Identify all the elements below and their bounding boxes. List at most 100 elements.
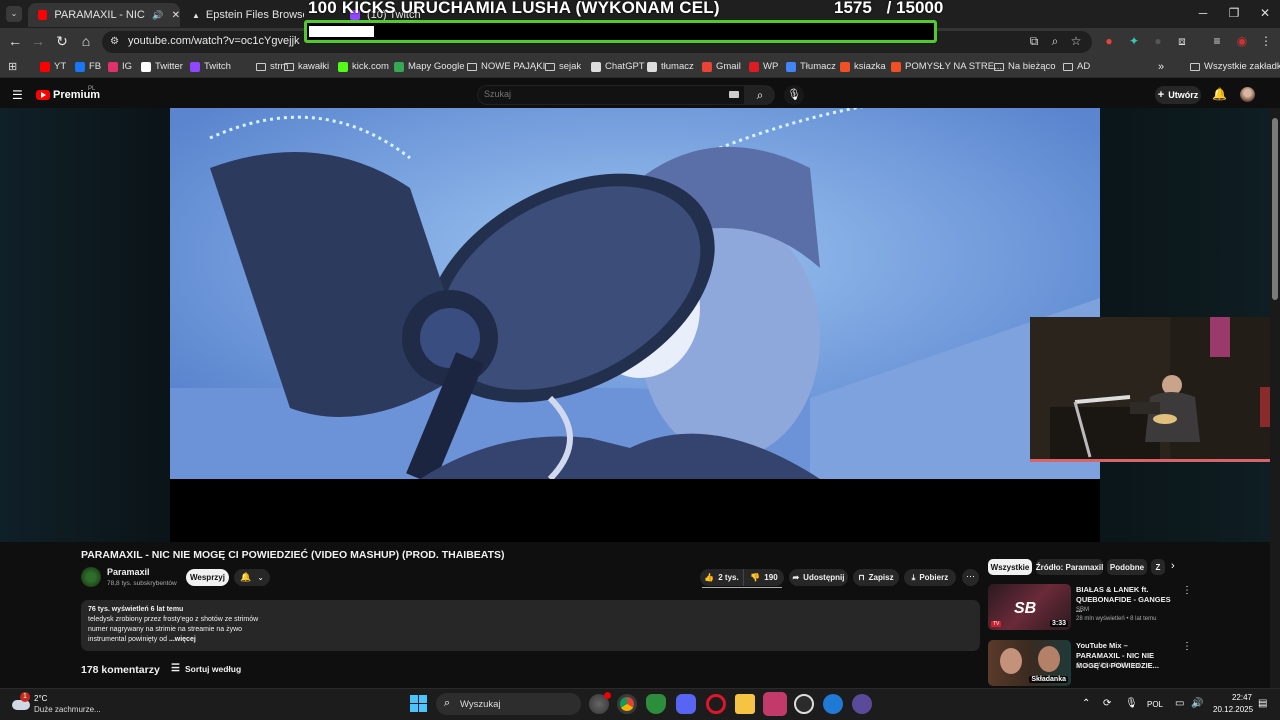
bookmark-6[interactable]: kawałki xyxy=(284,61,329,72)
bookmark-9[interactable]: NOWE PAJĄKI xyxy=(467,61,545,72)
extension-icon[interactable]: ● xyxy=(1151,34,1165,48)
apps-grid-icon[interactable]: ⊞ xyxy=(8,60,17,73)
video-player[interactable] xyxy=(170,108,1100,479)
puzzle-icon[interactable]: ⧈ xyxy=(1175,34,1189,48)
bookmark-18[interactable]: Na bieżąco xyxy=(994,61,1056,72)
rec-thumbnail[interactable]: Składanka xyxy=(988,640,1071,686)
network-icon[interactable]: ▭ xyxy=(1175,698,1184,709)
chip-more[interactable]: Z xyxy=(1151,559,1165,575)
restore-icon[interactable]: ❐ xyxy=(1219,6,1249,20)
minimize-icon[interactable]: ─ xyxy=(1188,6,1218,20)
tab-search-button[interactable]: ⌄ xyxy=(6,6,22,22)
bookmark-11[interactable]: ChatGPT xyxy=(591,61,645,72)
microphone-icon[interactable]: 🎙 xyxy=(1125,698,1138,709)
share-button[interactable]: ➦ Udostępnij xyxy=(789,569,848,586)
notifications-bell-icon[interactable]: 🔔 xyxy=(1212,87,1227,101)
bookmark-1[interactable]: FB xyxy=(75,61,101,72)
back-icon[interactable]: ← xyxy=(7,33,23,49)
bookmark-12[interactable]: tłumacz xyxy=(647,61,694,72)
bookmark-17[interactable]: POMYSŁY NA STRE... xyxy=(891,61,1002,72)
scrollbar-thumb[interactable] xyxy=(1272,118,1278,300)
all-bookmarks-button[interactable]: Wszystkie zakładki xyxy=(1190,61,1280,72)
cast-icon[interactable]: ⧉ xyxy=(1027,34,1041,48)
rec-title[interactable]: BIAŁAS & LANEK ft. QUEBONAFIDE - GANGES … xyxy=(1076,585,1171,615)
record-extension-icon[interactable]: ● xyxy=(1102,34,1116,48)
menu-icon[interactable]: ⋮ xyxy=(1259,34,1273,48)
app-icon[interactable] xyxy=(589,692,611,714)
reload-icon[interactable]: ↻ xyxy=(54,33,70,49)
chrome-icon[interactable] xyxy=(617,694,637,714)
mic-button[interactable]: 🎙 xyxy=(784,85,804,105)
zoom-icon[interactable]: ⌕ xyxy=(1048,34,1062,48)
bookmark-15[interactable]: Tłumacz xyxy=(786,61,836,72)
dislike-button[interactable]: 👎 190 xyxy=(743,569,784,586)
channel-avatar[interactable] xyxy=(81,567,101,587)
site-info-icon[interactable]: ⚙ xyxy=(110,36,119,47)
support-button[interactable]: Wesprzyj xyxy=(186,569,229,586)
volume-icon[interactable]: 🔊 xyxy=(1191,698,1203,709)
bookmark-7[interactable]: kick.com xyxy=(338,61,389,72)
bookmark-8[interactable]: Mapy Google xyxy=(394,61,465,72)
obs-icon[interactable] xyxy=(794,694,814,714)
bookmark-13[interactable]: Gmail xyxy=(702,61,741,72)
chip-source[interactable]: Źródło: Paramaxil xyxy=(1036,559,1103,575)
close-window-icon[interactable]: ✕ xyxy=(1250,6,1280,20)
weather-cloud-icon[interactable]: 1 xyxy=(12,692,30,712)
discord-icon[interactable] xyxy=(676,694,696,714)
bookmark-16[interactable]: ksiazka xyxy=(840,61,886,72)
tab-epstein[interactable]: ▲ Epstein Files Browser xyxy=(184,3,304,27)
sync-icon[interactable]: ⟳ xyxy=(1103,698,1111,709)
file-explorer-icon[interactable] xyxy=(735,694,755,714)
bookmark-2[interactable]: IG xyxy=(108,61,132,72)
sort-button[interactable]: ☰ Sortuj według xyxy=(171,663,241,674)
search-input[interactable] xyxy=(484,89,684,99)
bookmark-0[interactable]: YT xyxy=(40,61,66,72)
bookmark-19[interactable]: AD xyxy=(1063,61,1090,72)
notifications-icon[interactable]: ▤ xyxy=(1258,698,1267,709)
goal-progress-bar xyxy=(304,20,937,43)
download-button[interactable]: ⤓ Pobierz xyxy=(904,569,956,586)
vpn-shield-icon[interactable] xyxy=(646,694,666,714)
description-more[interactable]: ...więcej xyxy=(169,636,196,643)
channel-name[interactable]: Paramaxil xyxy=(107,567,150,577)
rec-menu-icon[interactable]: ⋮ xyxy=(1182,641,1192,652)
media-player-icon[interactable] xyxy=(852,694,872,714)
more-bookmarks-icon[interactable]: » xyxy=(1158,61,1164,73)
media-icon[interactable]: ≡ xyxy=(1210,34,1224,48)
save-button[interactable]: ⊓ Zapisz xyxy=(853,569,899,586)
rec-thumbnail[interactable]: SB TV 3:33 xyxy=(988,584,1071,630)
bookmark-3[interactable]: Twitter xyxy=(141,61,183,72)
forward-icon[interactable]: → xyxy=(30,33,46,49)
profile-icon[interactable]: ◉ xyxy=(1235,34,1249,48)
create-button[interactable]: + Utwórz xyxy=(1155,86,1201,104)
chip-all[interactable]: Wszystkie xyxy=(988,559,1032,575)
chevron-right-icon[interactable]: › xyxy=(1171,560,1175,572)
bookmark-star-icon[interactable]: ☆ xyxy=(1069,34,1083,48)
bookmark-10[interactable]: sejak xyxy=(545,61,581,72)
subscription-bell-button[interactable]: 🔔 ⌄ xyxy=(234,569,270,586)
clock-time[interactable]: 22:47 xyxy=(1228,693,1252,702)
opera-icon[interactable] xyxy=(706,694,726,714)
avatar[interactable] xyxy=(1240,87,1255,102)
hamburger-icon[interactable]: ☰ xyxy=(12,88,23,102)
keyboard-icon[interactable] xyxy=(729,91,739,98)
active-app-icon[interactable] xyxy=(763,692,787,716)
more-actions-icon[interactable]: ⋯ xyxy=(962,569,979,586)
rec-menu-icon[interactable]: ⋮ xyxy=(1182,585,1192,596)
search-button[interactable]: ⌕ xyxy=(745,85,775,105)
extension-icon[interactable]: ✦ xyxy=(1127,34,1141,48)
windows-start-icon[interactable] xyxy=(410,695,427,712)
tab-paramaxil[interactable]: PARAMAXIL - NIC NIE MOG 🔊 ✕ xyxy=(28,3,180,27)
clock-date[interactable]: 20.12.2025 xyxy=(1213,705,1253,714)
bookmark-4[interactable]: Twitch xyxy=(190,61,231,72)
cloud-app-icon[interactable] xyxy=(823,694,843,714)
chevron-up-icon[interactable]: ⌃ xyxy=(1082,698,1090,709)
like-button[interactable]: 👍 2 tys. xyxy=(700,569,743,586)
taskbar-search[interactable] xyxy=(436,693,581,715)
chip-related[interactable]: Podobne xyxy=(1107,559,1147,575)
tab-close-icon[interactable]: ✕ xyxy=(172,10,180,21)
url-text[interactable]: youtube.com/watch?v=oc1cYgvejjk xyxy=(128,35,300,47)
bookmark-14[interactable]: WP xyxy=(749,61,778,72)
home-icon[interactable]: ⌂ xyxy=(78,33,94,49)
language-indicator[interactable]: POL xyxy=(1147,700,1163,709)
